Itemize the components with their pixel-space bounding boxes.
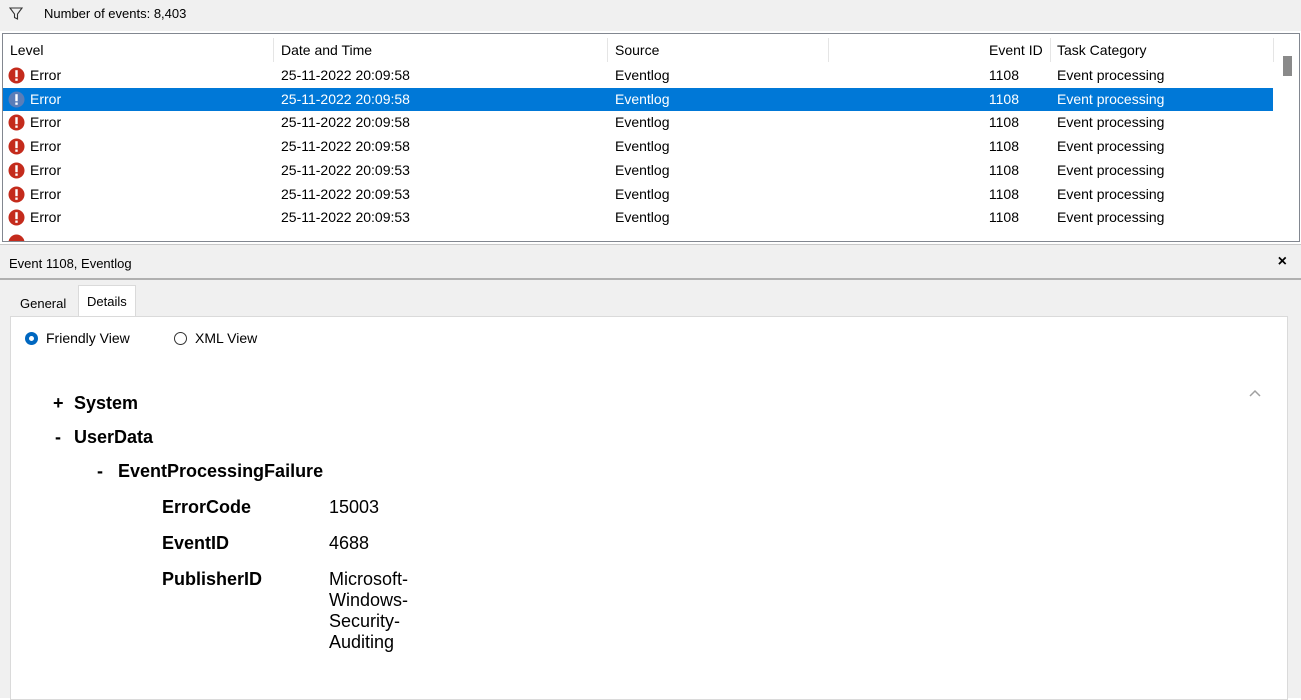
cell-level: Error xyxy=(30,161,62,178)
error-icon xyxy=(8,114,25,131)
cell-datetime: 25-11-2022 20:09:58 xyxy=(281,138,410,155)
field-value-errorcode: 15003 xyxy=(329,497,380,517)
cell-datetime: 25-11-2022 20:09:53 xyxy=(281,209,410,226)
cell-event-id: 1108 xyxy=(988,209,1019,226)
field-value-eventid: 4688 xyxy=(329,533,370,553)
error-icon xyxy=(8,67,25,84)
error-icon xyxy=(8,138,25,155)
friendly-view-label: Friendly View xyxy=(46,330,130,346)
cell-category: Event processing xyxy=(1057,67,1165,83)
radio-unselected-icon xyxy=(174,331,187,345)
xml-view-radio[interactable]: XML View xyxy=(174,330,257,346)
cell-source: Eventlog xyxy=(615,114,670,131)
error-icon xyxy=(8,209,25,226)
cell-source: Eventlog xyxy=(615,138,670,155)
cell-level: Error xyxy=(30,114,62,131)
tree-node-userdata[interactable]: UserData xyxy=(74,427,153,448)
cell-category: Event processing xyxy=(1057,138,1165,155)
column-header-date-time[interactable]: Date and Time xyxy=(281,42,372,58)
event-detail-title: Event 1108, Eventlog xyxy=(9,256,132,271)
close-icon[interactable]: × xyxy=(1278,253,1287,271)
cell-source: Eventlog xyxy=(615,161,670,178)
event-detail-header: Event 1108, Eventlog × xyxy=(0,249,1301,280)
cell-datetime: 25-11-2022 20:09:58 xyxy=(281,114,410,131)
cell-level: Error xyxy=(30,90,62,107)
events-toolbar: Number of events: 8,403 xyxy=(0,0,1301,31)
cell-event-id: 1108 xyxy=(988,90,1019,107)
error-icon xyxy=(8,234,25,241)
xml-view-label: XML View xyxy=(195,330,258,346)
cell-level: Error xyxy=(30,185,62,202)
error-icon xyxy=(8,186,25,202)
field-key-publisherid: PublisherID xyxy=(162,569,263,589)
cell-source: Eventlog xyxy=(615,209,670,226)
tree-node-eventprocessingfailure[interactable]: EventProcessingFailure xyxy=(118,461,323,482)
error-icon xyxy=(8,162,25,179)
table-row-partial[interactable] xyxy=(3,231,1273,241)
friendly-view-radio[interactable]: Friendly View xyxy=(25,330,130,346)
cell-level: Error xyxy=(30,209,62,226)
events-count: Number of events: 8,403 xyxy=(44,6,187,21)
cell-category: Event processing xyxy=(1057,209,1165,226)
cell-source: Eventlog xyxy=(615,185,670,202)
cell-event-id: 1108 xyxy=(988,161,1019,178)
collapse-userdata-toggle[interactable]: - xyxy=(55,427,61,448)
cell-source: Eventlog xyxy=(615,67,670,83)
cell-level: Error xyxy=(30,138,62,155)
cell-category: Event processing xyxy=(1057,161,1165,178)
field-key-errorcode: ErrorCode xyxy=(162,497,252,517)
column-header-source[interactable]: Source xyxy=(615,42,659,58)
list-header: Level Date and Time Source Event ID Task… xyxy=(3,34,1299,64)
cell-category: Event processing xyxy=(1057,114,1165,131)
scrollbar-thumb[interactable] xyxy=(1283,56,1292,76)
cell-datetime: 25-11-2022 20:09:53 xyxy=(281,185,410,202)
table-row[interactable]: Error 25-11-2022 20:09:58 Eventlog 1108 Even… xyxy=(3,135,1273,158)
column-header-task-category[interactable]: Task Category xyxy=(1057,42,1146,58)
tree-node-system[interactable]: System xyxy=(74,393,138,414)
radio-selected-icon xyxy=(25,331,38,345)
cell-event-id: 1108 xyxy=(988,67,1019,83)
cell-event-id: 1108 xyxy=(988,185,1019,202)
table-row[interactable]: Error 25-11-2022 20:09:58 Eventlog 1108 Even… xyxy=(3,87,1273,111)
cell-datetime: 25-11-2022 20:09:58 xyxy=(281,67,410,83)
column-header-event-id[interactable]: Event ID xyxy=(989,42,1043,58)
cell-source: Eventlog xyxy=(615,90,670,107)
cell-level: Error xyxy=(30,67,62,83)
field-key-eventid: EventID xyxy=(162,533,230,553)
cell-datetime: 25-11-2022 20:09:58 xyxy=(281,90,410,107)
table-row[interactable]: Error 25-11-2022 20:09:58 Eventlog 1108 Even… xyxy=(3,111,1273,134)
expand-system-toggle[interactable]: + xyxy=(53,393,64,414)
cell-event-id: 1108 xyxy=(988,114,1019,131)
event-detail-tabs: General Details Friendly View XML View xyxy=(0,280,1301,700)
error-icon xyxy=(8,91,25,108)
table-row[interactable]: Error 25-11-2022 20:09:53 Eventlog 1108 Even… xyxy=(3,206,1273,229)
table-row[interactable]: Error 25-11-2022 20:09:53 Eventlog 1108 Even… xyxy=(3,183,1273,206)
filter-icon[interactable] xyxy=(9,7,23,21)
list-scrollbar[interactable] xyxy=(1275,34,1299,241)
cell-category: Event processing xyxy=(1057,90,1165,107)
table-row[interactable]: Error 25-11-2022 20:09:53 Eventlog 1108 Even… xyxy=(3,159,1273,182)
field-value-publisherid: Microsoft-Windows-Security-Auditing xyxy=(329,569,409,652)
table-row[interactable]: Error 25-11-2022 20:09:58 Eventlog 1108 Even… xyxy=(3,64,1273,87)
cell-category: Event processing xyxy=(1057,185,1165,202)
collapse-epf-toggle[interactable]: - xyxy=(97,461,103,482)
column-header-level[interactable]: Level xyxy=(10,42,43,58)
cell-event-id: 1108 xyxy=(988,138,1019,155)
scroll-up-chevron-icon[interactable] xyxy=(1248,386,1262,400)
events-list[interactable]: Level Date and Time Source Event ID Task… xyxy=(2,33,1300,242)
cell-datetime: 25-11-2022 20:09:53 xyxy=(281,161,410,178)
